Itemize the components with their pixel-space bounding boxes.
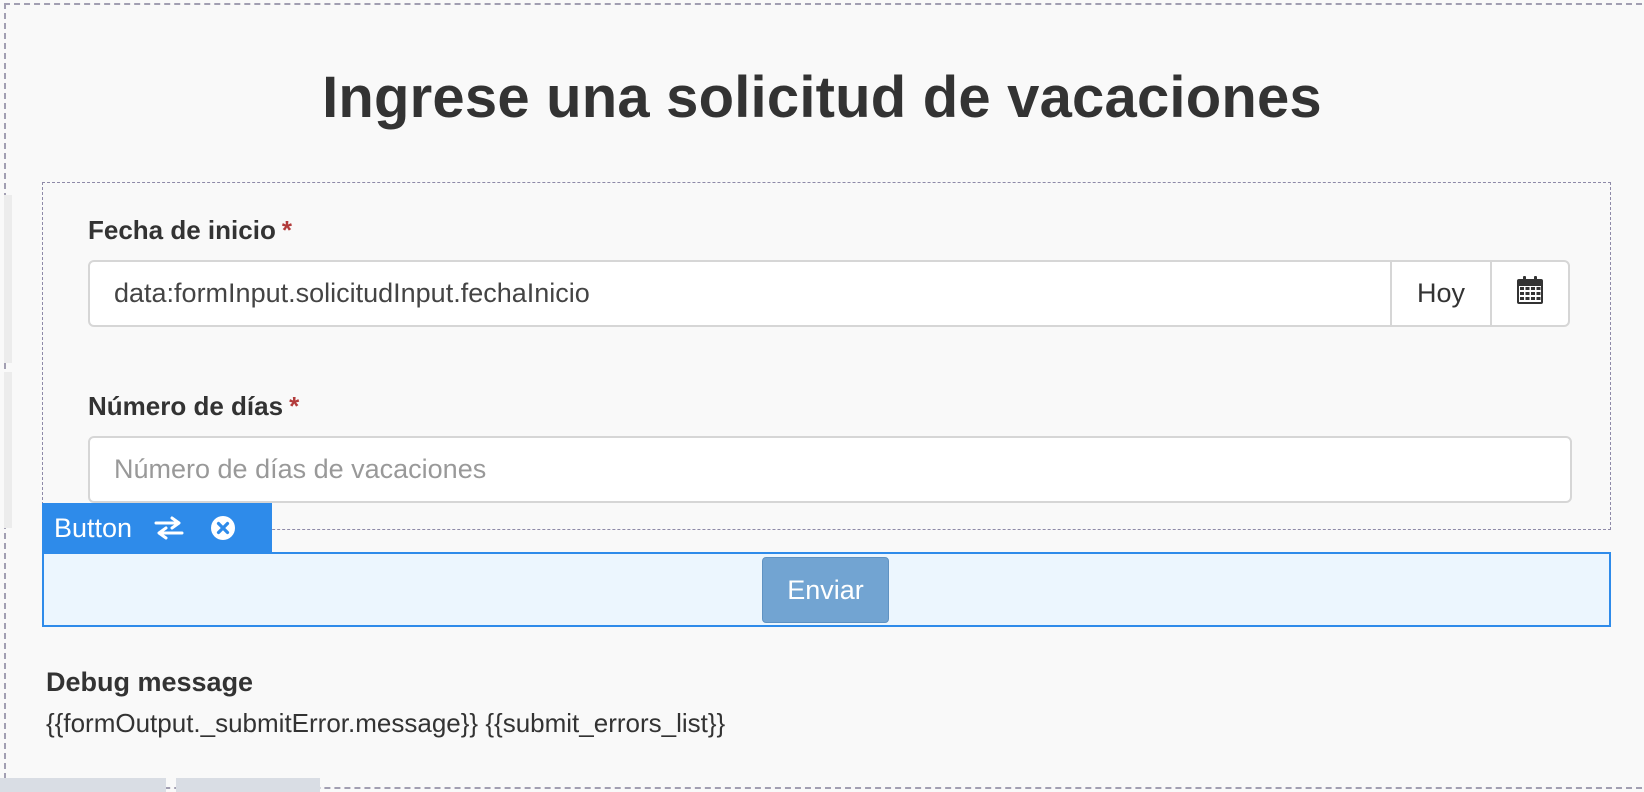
required-asterisk: * — [281, 215, 292, 245]
debug-message: {{formOutput._submitError.message}} {{su… — [46, 708, 726, 738]
bottom-tab[interactable] — [176, 778, 320, 792]
close-circle-icon[interactable] — [210, 515, 236, 541]
calendar-icon — [1517, 276, 1543, 311]
start-date-label: Fecha de inicio * — [88, 215, 292, 246]
field-rail-num-days — [4, 372, 12, 528]
swap-arrows-icon[interactable] — [154, 516, 184, 540]
num-days-input[interactable]: Número de días de vacaciones — [88, 436, 1572, 503]
form-designer-canvas: Ingrese una solicitud de vacaciones Fech… — [0, 0, 1644, 792]
num-days-label: Número de días * — [88, 391, 299, 422]
page-title: Ingrese una solicitud de vacaciones — [322, 65, 1322, 130]
today-button[interactable]: Hoy — [1390, 262, 1490, 325]
bottom-tab[interactable] — [0, 778, 166, 792]
component-tag-label: Button — [54, 512, 133, 543]
debug-title: Debug message — [46, 667, 254, 697]
calendar-button[interactable] — [1490, 262, 1568, 325]
start-date-label-text: Fecha de inicio — [88, 215, 276, 245]
num-days-label-text: Número de días — [88, 391, 284, 421]
submit-button[interactable]: Enviar — [762, 557, 889, 623]
component-tag-bar: Button — [42, 503, 272, 553]
field-rail-start-date — [4, 195, 12, 363]
start-date-input[interactable]: data:formInput.solicitudInput.fechaInici… — [90, 262, 1390, 325]
start-date-input-group: data:formInput.solicitudInput.fechaInici… — [88, 260, 1570, 327]
required-asterisk: * — [289, 391, 300, 421]
